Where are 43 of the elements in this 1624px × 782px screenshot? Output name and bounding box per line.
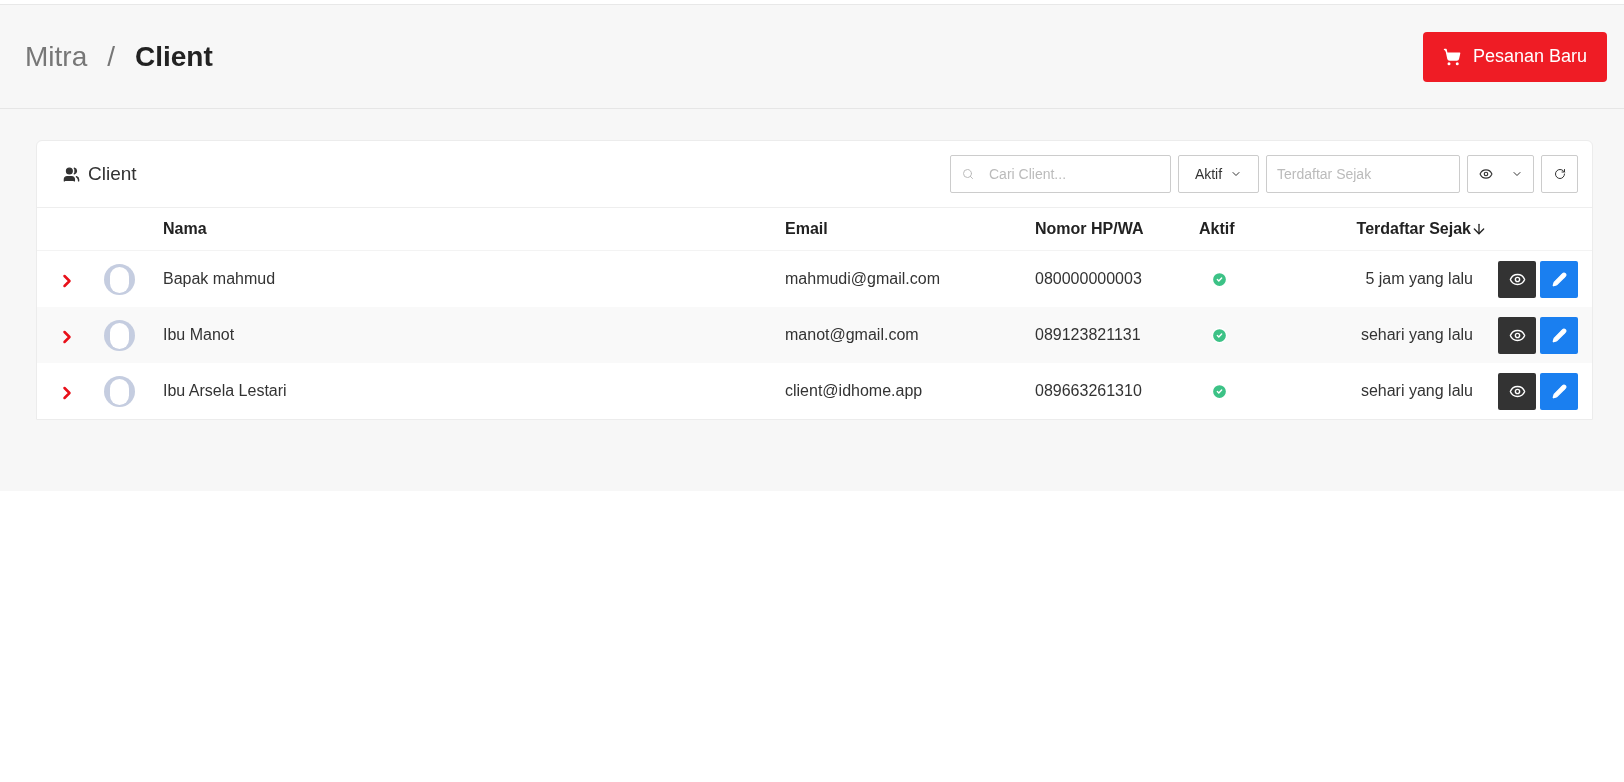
client-name: Ibu Arsela Lestari — [163, 381, 288, 401]
eye-icon — [1478, 167, 1493, 181]
edit-button[interactable] — [1540, 260, 1578, 298]
search-icon — [962, 168, 974, 180]
users-icon — [63, 165, 80, 183]
client-email: client@idhome.app — [785, 381, 924, 401]
breadcrumb-link[interactable]: Mitra — [25, 35, 88, 78]
breadcrumb-separator: / — [107, 39, 115, 74]
refresh-icon — [1553, 168, 1566, 180]
cart-icon — [1442, 47, 1461, 66]
client-phone: 089123821131 — [1035, 325, 1142, 345]
registered-time: sehari yang lalu — [1360, 325, 1473, 345]
avatar — [104, 319, 135, 351]
search-field[interactable]: Cari Client... — [950, 155, 1171, 193]
avatar — [104, 263, 135, 295]
view-button[interactable] — [1498, 316, 1536, 354]
view-button[interactable] — [1498, 260, 1536, 298]
edit-button[interactable] — [1540, 316, 1578, 354]
avatar — [104, 375, 135, 407]
client-name: Ibu Manot — [163, 325, 236, 345]
pencil-icon — [1551, 271, 1567, 287]
column-header: Aktif — [1199, 219, 1235, 239]
date-field[interactable]: Terdaftar Sejak — [1266, 155, 1460, 193]
client-phone: 080000000003 — [1035, 269, 1143, 289]
view-button[interactable] — [1498, 372, 1536, 410]
card-title: Client — [88, 161, 137, 186]
registered-time: sehari yang lalu — [1360, 381, 1473, 401]
client-name: Bapak mahmud — [163, 269, 277, 289]
new-order-button[interactable]: Pesanan Baru — [1422, 31, 1607, 82]
pencil-icon — [1551, 383, 1567, 399]
page-title: Client — [135, 39, 213, 74]
registered-time: 5 jam yang lalu — [1365, 269, 1473, 289]
column-header: Nomor HP/WA — [1035, 219, 1144, 239]
pencil-icon — [1551, 327, 1567, 343]
column-visibility-button[interactable] — [1467, 155, 1534, 193]
client-phone: 089663261310 — [1035, 381, 1143, 401]
status-dropdown[interactable]: Aktif — [1178, 155, 1259, 193]
column-header: Nama — [163, 219, 207, 239]
column-header[interactable]: Terdaftar Sejak — [1356, 217, 1487, 241]
column-header: Email — [785, 219, 828, 239]
client-email: mahmudi@gmail.com — [785, 269, 941, 289]
client-email: manot@gmail.com — [785, 325, 920, 345]
edit-button[interactable] — [1540, 372, 1578, 410]
